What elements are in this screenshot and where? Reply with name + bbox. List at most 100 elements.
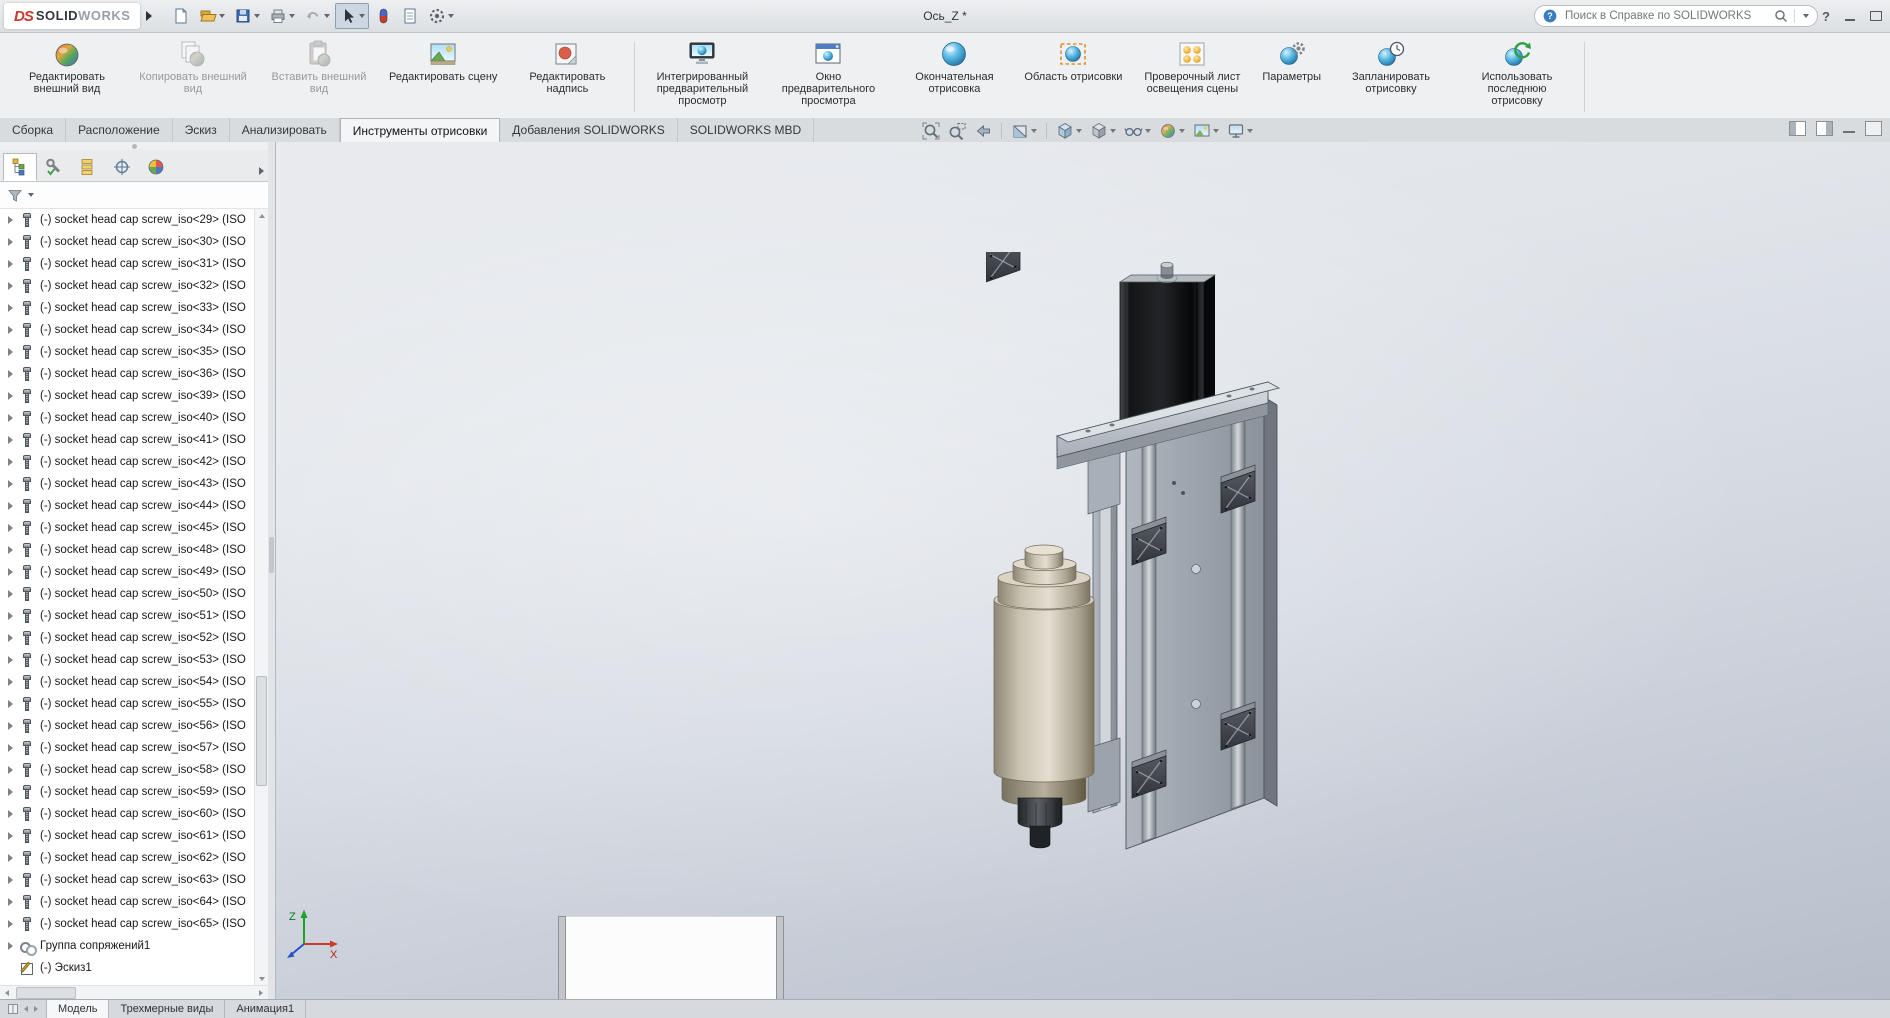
tree-item[interactable]: (-) Эскиз1: [0, 957, 255, 979]
help-search-box[interactable]: ?: [1534, 5, 1818, 27]
save-dropdown-icon[interactable]: [254, 14, 261, 18]
scrollbar-thumb[interactable]: [16, 987, 76, 999]
zoom-fit-button[interactable]: [920, 121, 942, 141]
edit-appearance-button[interactable]: Редактировать внешний вид: [4, 34, 130, 120]
final-render-button[interactable]: Окончательная отрисовка: [891, 34, 1017, 120]
open-button[interactable]: [195, 3, 229, 29]
hide-show-items-button[interactable]: [1122, 121, 1153, 141]
tree-item[interactable]: (-) socket head cap screw_iso<36> (ISO: [0, 363, 255, 385]
search-icon[interactable]: [1774, 9, 1788, 23]
expand-arrow-icon[interactable]: [7, 854, 15, 862]
graphics-viewport[interactable]: Z X: [276, 142, 1890, 1000]
tabs-scroll-right-icon[interactable]: [34, 1006, 38, 1012]
tree-item[interactable]: (-) socket head cap screw_iso<29> (ISO: [0, 209, 255, 231]
filter-dropdown-icon[interactable]: [28, 193, 34, 197]
display-manager-tab[interactable]: [139, 153, 173, 181]
preview-window-partial[interactable]: [558, 916, 784, 1000]
search-dropdown-icon[interactable]: [1803, 14, 1809, 18]
tree-item[interactable]: (-) socket head cap screw_iso<35> (ISO: [0, 341, 255, 363]
panel-splitter[interactable]: [268, 142, 276, 1000]
new-document-button[interactable]: [168, 3, 194, 29]
expand-arrow-icon[interactable]: [7, 546, 15, 554]
print-button[interactable]: [265, 3, 299, 29]
expand-arrow-icon[interactable]: [7, 326, 15, 334]
options-button[interactable]: [424, 3, 458, 29]
open-dropdown-icon[interactable]: [219, 14, 226, 18]
sheet-tab-model[interactable]: Модель: [47, 999, 110, 1018]
tree-item[interactable]: (-) socket head cap screw_iso<65> (ISO: [0, 913, 255, 935]
recall-render-button[interactable]: Использовать последнюю отрисовку: [1454, 34, 1580, 120]
edit-decal-button[interactable]: Редактировать надпись: [504, 34, 630, 120]
expand-arrow-icon[interactable]: [7, 744, 15, 752]
solidworks-logo[interactable]: DS SOLIDWORKS: [4, 3, 141, 29]
expand-arrow-icon[interactable]: [7, 722, 15, 730]
expand-arrow-icon[interactable]: [7, 282, 15, 290]
tree-item[interactable]: (-) socket head cap screw_iso<57> (ISO: [0, 737, 255, 759]
tab-render-tools[interactable]: Инструменты отрисовки: [339, 118, 501, 142]
tree-item[interactable]: (-) socket head cap screw_iso<33> (ISO: [0, 297, 255, 319]
tree-item[interactable]: (-) socket head cap screw_iso<56> (ISO: [0, 715, 255, 737]
tree-item[interactable]: (-) socket head cap screw_iso<39> (ISO: [0, 385, 255, 407]
tree-item[interactable]: Группа сопряжений1: [0, 935, 255, 957]
maximize-icon[interactable]: [1870, 11, 1882, 21]
tab-evaluate[interactable]: Анализировать: [230, 118, 340, 142]
hide-show-dropdown-icon[interactable]: [1145, 128, 1151, 133]
expand-arrow-icon[interactable]: [7, 810, 15, 818]
tree-item[interactable]: (-) socket head cap screw_iso<34> (ISO: [0, 319, 255, 341]
tree-item[interactable]: (-) socket head cap screw_iso<40> (ISO: [0, 407, 255, 429]
tree-item[interactable]: (-) socket head cap screw_iso<53> (ISO: [0, 649, 255, 671]
expand-arrow-icon[interactable]: [7, 678, 15, 686]
pane-left-icon[interactable]: [1789, 121, 1806, 136]
view-orientation-dropdown-icon[interactable]: [1076, 128, 1082, 133]
expand-arrow-icon[interactable]: [7, 304, 15, 312]
scrollbar-thumb[interactable]: [256, 676, 267, 786]
scroll-left-icon[interactable]: [0, 986, 14, 1000]
expand-arrow-icon[interactable]: [7, 524, 15, 532]
tab-assembly[interactable]: Сборка: [0, 118, 67, 142]
search-input[interactable]: [1563, 9, 1768, 23]
expand-arrow-icon[interactable]: [7, 260, 15, 268]
tab-sketch[interactable]: Эскиз: [173, 118, 230, 142]
expand-arrow-icon[interactable]: [7, 480, 15, 488]
pane-split-icon[interactable]: [8, 1004, 18, 1014]
options-dropdown-icon[interactable]: [448, 14, 455, 18]
tree-item[interactable]: (-) socket head cap screw_iso<51> (ISO: [0, 605, 255, 627]
render-options-button[interactable]: Параметры: [1255, 34, 1328, 120]
expand-arrow-icon[interactable]: [7, 392, 15, 400]
expand-arrow-icon[interactable]: [7, 700, 15, 708]
panel-grip[interactable]: [0, 142, 268, 150]
tree-item[interactable]: (-) socket head cap screw_iso<30> (ISO: [0, 231, 255, 253]
tree-item[interactable]: (-) socket head cap screw_iso<59> (ISO: [0, 781, 255, 803]
pane-right-icon[interactable]: [1816, 121, 1833, 136]
schedule-render-button[interactable]: Запланировать отрисовку: [1328, 34, 1454, 120]
tree-item[interactable]: (-) socket head cap screw_iso<31> (ISO: [0, 253, 255, 275]
feature-manager-tab[interactable]: [3, 153, 37, 181]
edit-appearance-hud-button[interactable]: [1157, 121, 1187, 141]
view-settings-button[interactable]: [1225, 121, 1255, 141]
tree-item[interactable]: (-) socket head cap screw_iso<52> (ISO: [0, 627, 255, 649]
expand-arrow-icon[interactable]: [7, 414, 15, 422]
tree-item[interactable]: (-) socket head cap screw_iso<45> (ISO: [0, 517, 255, 539]
menu-expand-icon[interactable]: [146, 11, 153, 21]
rebuild-button[interactable]: [370, 3, 396, 29]
expand-arrow-icon[interactable]: [7, 832, 15, 840]
expand-arrow-icon[interactable]: [7, 656, 15, 664]
expand-arrow-icon[interactable]: [7, 590, 15, 598]
tree-item[interactable]: (-) socket head cap screw_iso<50> (ISO: [0, 583, 255, 605]
tree-item[interactable]: (-) socket head cap screw_iso<55> (ISO: [0, 693, 255, 715]
tree-item[interactable]: (-) socket head cap screw_iso<32> (ISO: [0, 275, 255, 297]
zoom-area-button[interactable]: [946, 121, 968, 141]
print-dropdown-icon[interactable]: [289, 14, 296, 18]
minimize-icon[interactable]: [1845, 19, 1855, 21]
z-axis-assembly-model[interactable]: [986, 252, 1286, 852]
dimxpert-manager-tab[interactable]: [105, 153, 139, 181]
tree-item[interactable]: (-) socket head cap screw_iso<63> (ISO: [0, 869, 255, 891]
file-properties-button[interactable]: [397, 3, 423, 29]
integrated-preview-button[interactable]: Интегрированный предварительный просмотр: [639, 34, 765, 120]
expand-arrow-icon[interactable]: [7, 458, 15, 466]
tabs-scroll-left-icon[interactable]: [24, 1006, 28, 1012]
expand-pane-icon[interactable]: [1865, 121, 1882, 136]
expand-arrow-icon[interactable]: [7, 502, 15, 510]
expand-arrow-icon[interactable]: [7, 766, 15, 774]
expand-arrow-icon[interactable]: [7, 370, 15, 378]
